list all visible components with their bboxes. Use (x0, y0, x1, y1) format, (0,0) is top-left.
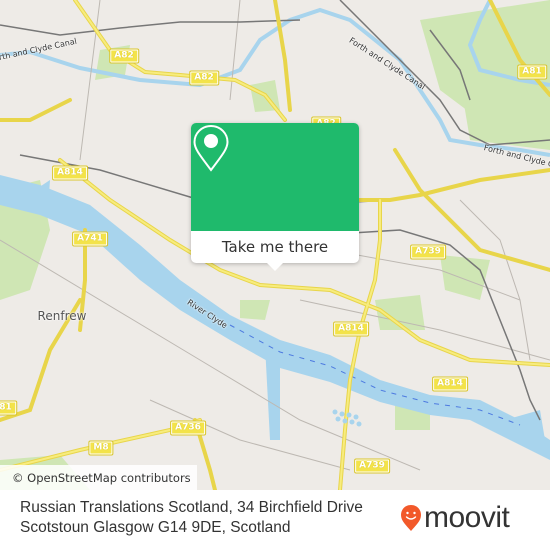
map[interactable]: A82 A82 A82 A81 A814 A741 A739 A814 A814… (0, 0, 550, 490)
road-label-a739: A739 (410, 244, 446, 260)
address-line-2: Scotstoun Glasgow G14 9DE, Scotland (20, 519, 291, 536)
road-label-a81: A81 (517, 64, 547, 80)
road-label-a741: A741 (72, 231, 108, 247)
road-label-m8: M8 (88, 440, 114, 456)
address: Russian Translations Scotland, 34 Birchf… (20, 498, 390, 538)
location-popup[interactable]: Take me there (191, 123, 359, 271)
road-label-a814: A814 (52, 165, 88, 181)
moovit-smiley-pin-icon (401, 505, 421, 531)
popup-pointer (267, 263, 283, 271)
road-label-a736: A736 (170, 420, 206, 436)
map-pin-icon (193, 124, 229, 172)
road-label-a82: A82 (109, 48, 139, 64)
road-label-a814: A814 (333, 321, 369, 337)
moovit-logo[interactable]: moovit (400, 501, 510, 534)
moovit-wordmark: moovit (424, 501, 510, 534)
road-label-a739: A739 (354, 458, 390, 474)
road-label-a82: A82 (189, 70, 219, 86)
popup-header (191, 123, 359, 231)
osm-attribution[interactable]: © OpenStreetMap contributors (0, 465, 197, 490)
address-line-1: Russian Translations Scotland, 34 Birchf… (20, 499, 363, 516)
place-label-renfrew: Renfrew (37, 309, 87, 323)
road-label-a814: A814 (432, 376, 468, 392)
footer: Russian Translations Scotland, 34 Birchf… (0, 490, 550, 550)
take-me-there-button[interactable]: Take me there (191, 231, 359, 263)
road-label-a81: A81 (0, 400, 17, 416)
